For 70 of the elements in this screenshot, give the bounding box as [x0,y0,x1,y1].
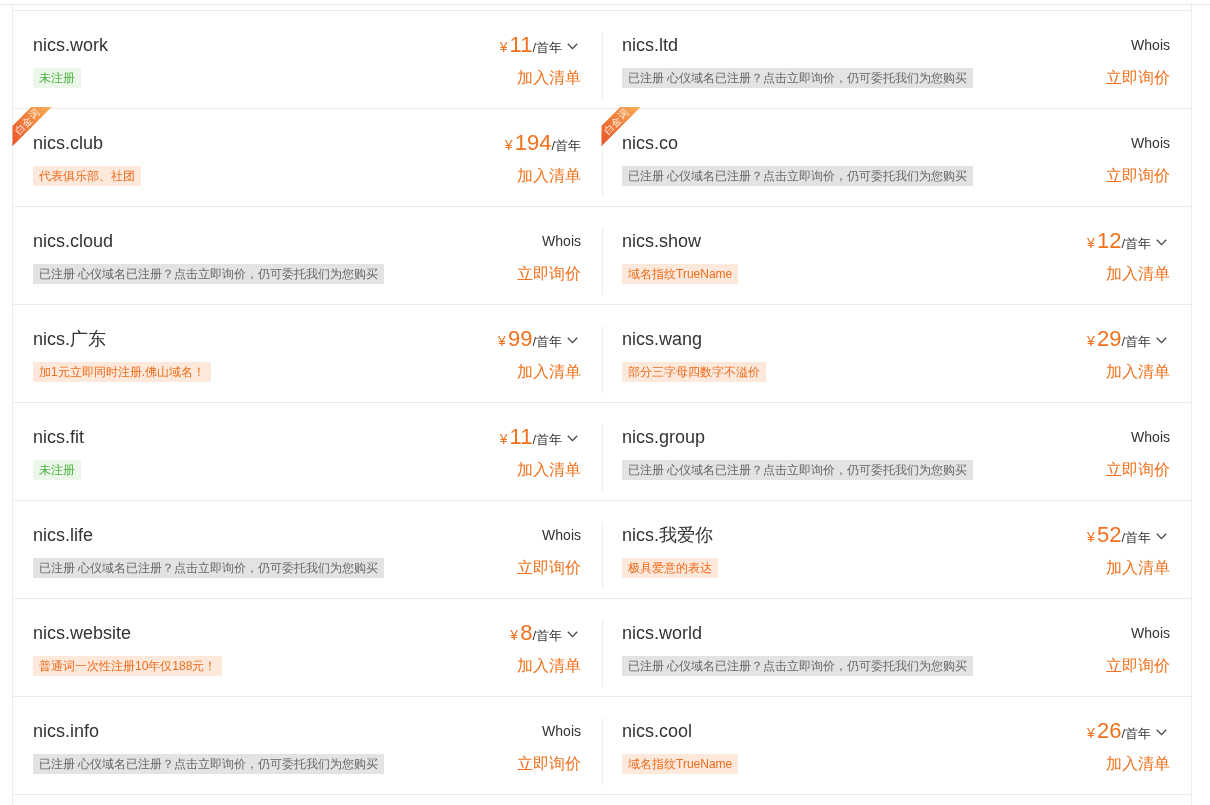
chevron-down-icon [1156,238,1167,246]
status-tag: 已注册 心仪域名已注册？点击立即询价，仍可委托我们为您购买 [622,166,974,186]
whois-link[interactable]: Whois [1131,135,1170,151]
add-to-list-link[interactable]: 加入清单 [1106,557,1170,579]
chevron-down-icon [1156,728,1167,736]
inquiry-link[interactable]: 立即询价 [1106,67,1170,89]
domain-name: nics.wang [622,328,703,351]
domain-name: nics.website [33,622,132,645]
chevron-down-icon [567,434,578,442]
chevron-down-icon [1156,336,1167,344]
domain-name: nics.work [33,34,108,57]
promo-tag: 域名指纹TrueName [622,264,739,284]
price-dropdown[interactable]: ¥12/首年 [1087,228,1170,254]
inquiry-link[interactable]: 立即询价 [1106,655,1170,677]
promo-tag: 普通词一次性注册10年仅188元！ [33,656,223,676]
add-to-list-link[interactable]: 加入清单 [517,67,581,89]
inquiry-link[interactable]: 立即询价 [1106,459,1170,481]
add-to-list-link[interactable]: 加入清单 [1106,361,1170,383]
whois-link[interactable]: Whois [542,723,581,739]
whois-link[interactable]: Whois [542,233,581,249]
price-dropdown[interactable]: ¥99/首年 [498,326,581,352]
domain-name: nics.world [622,622,703,645]
whois-link[interactable]: Whois [1131,429,1170,445]
chevron-down-icon [567,630,578,638]
price-dropdown[interactable]: ¥29/首年 [1087,326,1170,352]
add-to-list-link[interactable]: 加入清单 [517,459,581,481]
promo-tag: 加1元立即同时注册.佛山域名！ [33,362,211,382]
status-tag: 已注册 心仪域名已注册？点击立即询价，仍可委托我们为您购买 [622,68,974,88]
chevron-down-icon [1156,532,1167,540]
chevron-down-icon [567,336,578,344]
domain-name: nics.life [33,524,94,547]
whois-link[interactable]: Whois [1131,625,1170,641]
inquiry-link[interactable]: 立即询价 [517,557,581,579]
status-tag: 未注册 [33,68,81,88]
price-dropdown[interactable]: ¥52/首年 [1087,522,1170,548]
status-tag: 已注册 心仪域名已注册？点击立即询价，仍可委托我们为您购买 [622,460,974,480]
status-tag: 已注册 心仪域名已注册？点击立即询价，仍可委托我们为您购买 [33,558,385,578]
inquiry-link[interactable]: 立即询价 [1106,165,1170,187]
add-to-list-link[interactable]: 加入清单 [517,655,581,677]
add-to-list-link[interactable]: 加入清单 [1106,263,1170,285]
domain-name: nics.cloud [33,230,114,253]
promo-tag: 部分三字母四数字不溢价 [622,362,766,382]
status-tag: 已注册 心仪域名已注册？点击立即询价，仍可委托我们为您购买 [33,264,385,284]
promo-tag: 域名指纹TrueName [622,754,739,774]
domain-name: nics.info [33,720,100,743]
promo-tag: 极具爱意的表达 [622,558,718,578]
price-dropdown[interactable]: ¥8/首年 [510,620,581,646]
inquiry-link[interactable]: 立即询价 [517,263,581,285]
domain-name: nics.fit [33,426,84,449]
domain-name: nics.ltd [622,34,679,57]
domain-name: nics.show [622,230,702,253]
price-dropdown[interactable]: ¥26/首年 [1087,718,1170,744]
inquiry-link[interactable]: 立即询价 [517,753,581,775]
add-to-list-link[interactable]: 加入清单 [517,165,581,187]
status-tag: 未注册 [33,460,81,480]
whois-link[interactable]: Whois [1131,37,1170,53]
price-dropdown[interactable]: ¥11/首年 [499,32,581,58]
domain-name: nics.广东 [33,328,106,351]
whois-link[interactable]: Whois [542,527,581,543]
add-to-list-link[interactable]: 加入清单 [1106,753,1170,775]
price-dropdown[interactable]: ¥11/首年 [499,424,581,450]
status-tag: 已注册 心仪域名已注册？点击立即询价，仍可委托我们为您购买 [33,754,385,774]
domain-name: nics.cool [622,720,693,743]
status-tag: 已注册 心仪域名已注册？点击立即询价，仍可委托我们为您购买 [622,656,974,676]
add-to-list-link[interactable]: 加入清单 [517,361,581,383]
domain-name: nics.我爱你 [622,524,713,547]
price-text: ¥194/首年 [504,130,581,156]
chevron-down-icon [567,42,578,50]
promo-tag: 代表俱乐部、社团 [33,166,141,186]
domain-name: nics.group [622,426,706,449]
